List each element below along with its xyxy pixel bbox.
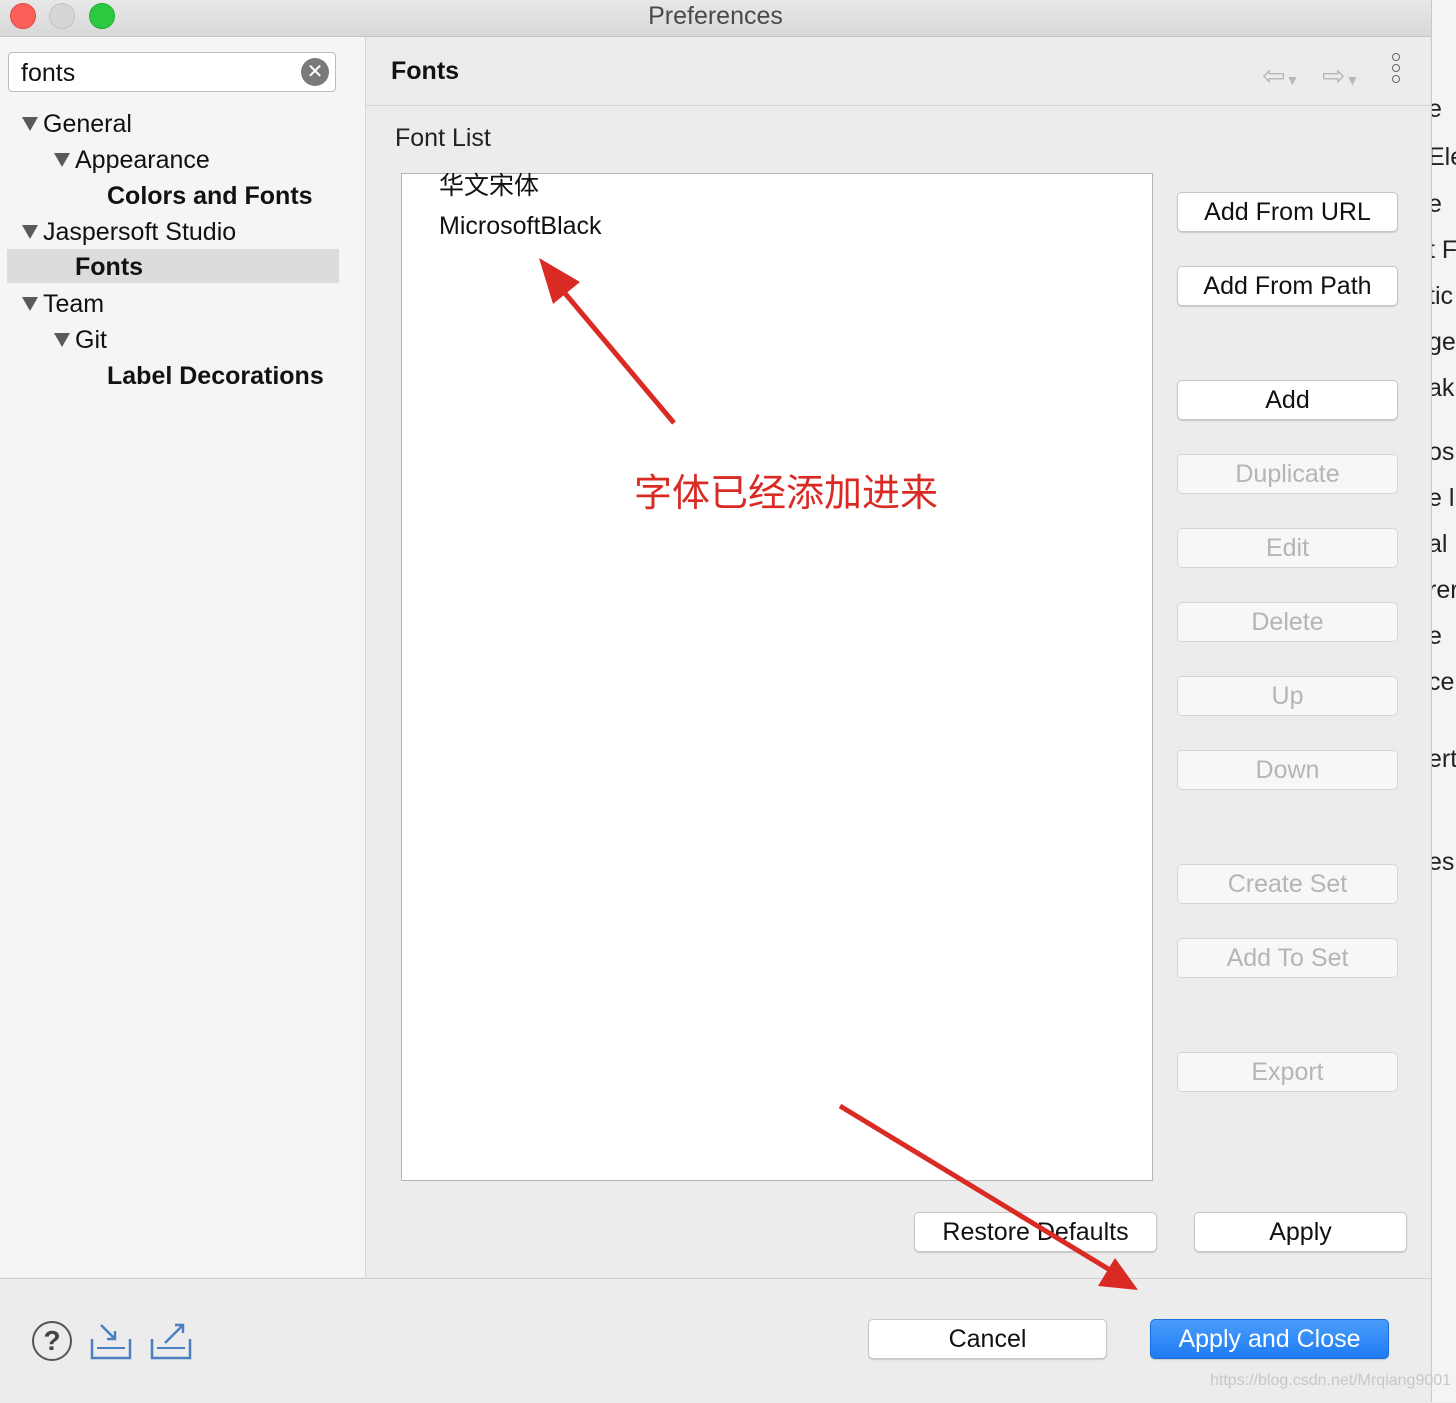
- tree-item-label: Appearance: [75, 146, 210, 174]
- edit-button[interactable]: Edit: [1177, 528, 1398, 568]
- title-bar: Preferences: [0, 0, 1431, 37]
- background-text: ak: [1432, 374, 1455, 402]
- background-window-edge: e Ele e t F tic ge ak os e l al I rer e …: [1432, 0, 1456, 1402]
- background-text: e: [1432, 190, 1442, 218]
- export-button[interactable]: Export: [1177, 1052, 1398, 1092]
- expand-triangle-icon[interactable]: [22, 225, 38, 239]
- tree-item-colors-and-fonts[interactable]: Colors and Fonts: [107, 179, 313, 213]
- background-text: e: [1432, 95, 1442, 123]
- tree-item-label: Colors and Fonts: [107, 182, 313, 210]
- font-list-item[interactable]: MicrosoftBlack: [439, 208, 602, 244]
- background-text: t F: [1432, 236, 1456, 264]
- search-input[interactable]: [19, 57, 293, 89]
- restore-defaults-button[interactable]: Restore Defaults: [914, 1212, 1157, 1252]
- watermark: https://blog.csdn.net/Mrqiang9001: [1210, 1372, 1452, 1389]
- add-from-url-button[interactable]: Add From URL: [1177, 192, 1398, 232]
- view-menu-icon[interactable]: [1392, 53, 1402, 89]
- forward-arrow-icon[interactable]: ⇨▼: [1322, 59, 1359, 92]
- tree-item-label: Label Decorations: [107, 362, 324, 390]
- expand-triangle-icon[interactable]: [54, 153, 70, 167]
- background-text: Ele: [1432, 143, 1456, 171]
- main-panel: Fonts ⇦▼ ⇨▼ Font List 华文宋体 MicrosoftBlac…: [366, 37, 1431, 1277]
- tree-item-fonts[interactable]: Fonts: [75, 250, 143, 284]
- background-text: al I: [1432, 530, 1456, 558]
- expand-triangle-icon[interactable]: [54, 333, 70, 347]
- background-text: ce: [1432, 668, 1455, 696]
- font-list[interactable]: 华文宋体 MicrosoftBlack: [401, 171, 1153, 1181]
- expand-triangle-icon[interactable]: [22, 297, 38, 311]
- page-header: Fonts ⇦▼ ⇨▼: [366, 37, 1431, 106]
- tree-item-label: Fonts: [75, 253, 144, 281]
- back-arrow-icon[interactable]: ⇦▼: [1262, 59, 1299, 92]
- annotation-text: 字体已经添加进来: [634, 471, 939, 515]
- import-icon[interactable]: [89, 1321, 133, 1361]
- tree-item-label-decorations[interactable]: Label Decorations: [107, 359, 324, 393]
- duplicate-button[interactable]: Duplicate: [1177, 454, 1398, 494]
- help-icon[interactable]: ?: [32, 1321, 72, 1361]
- background-text: e l: [1432, 484, 1455, 512]
- background-text: rer: [1432, 576, 1456, 604]
- expand-triangle-icon[interactable]: [22, 117, 38, 131]
- window-title: Preferences: [648, 2, 783, 30]
- apply-and-close-button[interactable]: Apply and Close: [1150, 1319, 1389, 1359]
- tree-item-label: General: [43, 110, 132, 138]
- create-set-button[interactable]: Create Set: [1177, 864, 1398, 904]
- font-list-label: Font List: [395, 124, 491, 152]
- background-text: os: [1432, 438, 1455, 466]
- background-text: es: [1432, 848, 1455, 876]
- selected-row-highlight: [7, 249, 339, 283]
- background-text: ert: [1432, 745, 1456, 773]
- search-box: ✕: [8, 52, 336, 92]
- background-text: ge: [1432, 328, 1456, 356]
- down-button[interactable]: Down: [1177, 750, 1398, 790]
- page-title: Fonts: [391, 57, 460, 85]
- background-text: e: [1432, 622, 1442, 650]
- sidebar: ✕ General Appearance Colors and Fonts Ja…: [0, 37, 366, 1277]
- clear-search-icon[interactable]: ✕: [301, 58, 329, 86]
- add-from-path-button[interactable]: Add From Path: [1177, 266, 1398, 306]
- tree-item-label: Team: [43, 290, 105, 318]
- delete-button[interactable]: Delete: [1177, 602, 1398, 642]
- tree-item-label: Jaspersoft Studio: [43, 218, 237, 246]
- add-to-set-button[interactable]: Add To Set: [1177, 938, 1398, 978]
- apply-button[interactable]: Apply: [1194, 1212, 1407, 1252]
- background-text: tic: [1432, 282, 1453, 310]
- up-button[interactable]: Up: [1177, 676, 1398, 716]
- export-icon[interactable]: [149, 1321, 193, 1361]
- font-list-item[interactable]: 华文宋体: [439, 168, 539, 204]
- cancel-button[interactable]: Cancel: [868, 1319, 1107, 1359]
- add-button[interactable]: Add: [1177, 380, 1398, 420]
- tree-item-label: Git: [75, 326, 107, 354]
